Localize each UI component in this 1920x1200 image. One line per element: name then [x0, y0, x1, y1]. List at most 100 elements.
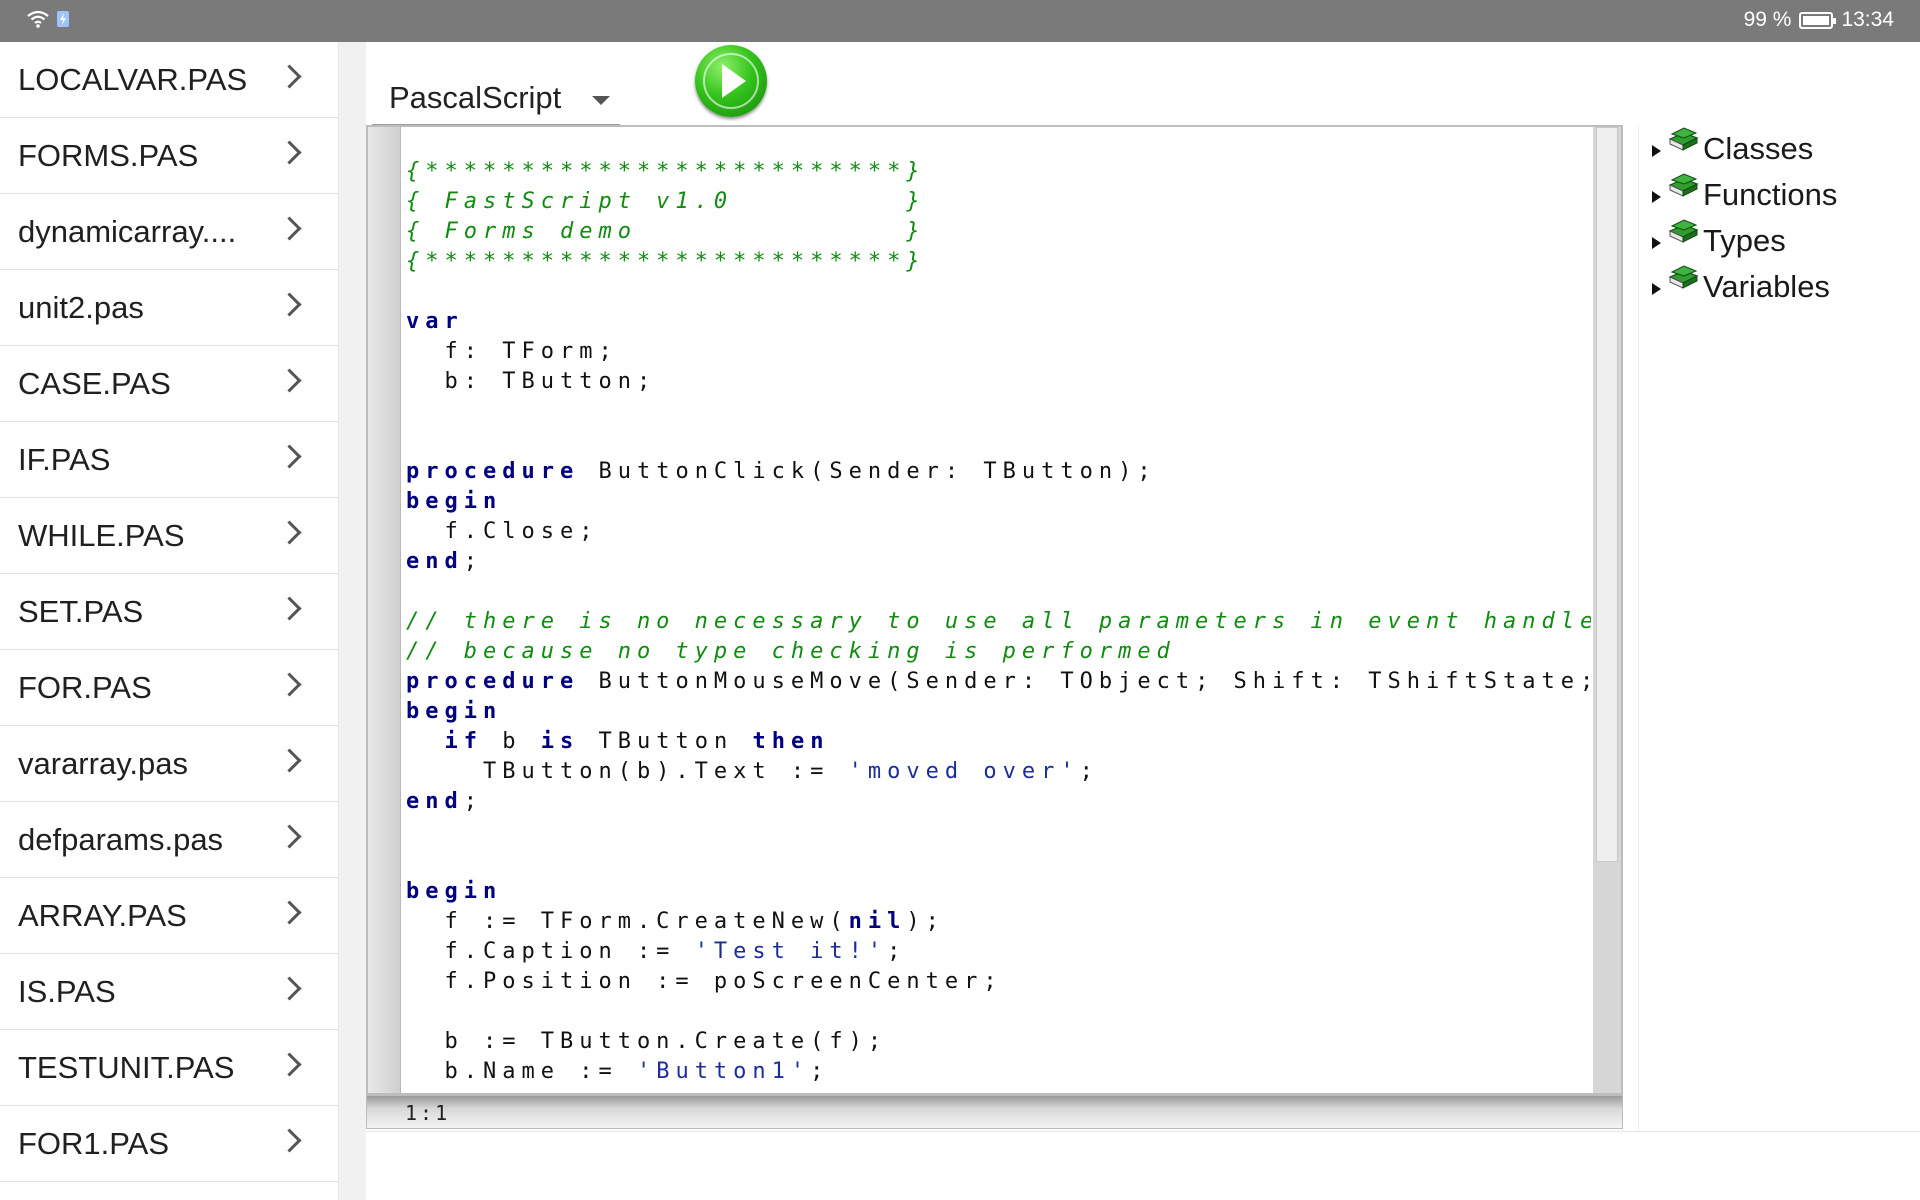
- code-line: f.Close;: [406, 517, 1591, 547]
- code-area[interactable]: {*************************} { FastScript …: [406, 157, 1591, 1093]
- file-item[interactable]: FORMS.PAS: [0, 118, 338, 194]
- code-keyword: end: [406, 789, 464, 814]
- run-button[interactable]: [695, 45, 767, 117]
- file-name: FOR1.PAS: [18, 1125, 170, 1161]
- code-text: f.Position := poScreenCenter;: [406, 969, 1003, 994]
- editor-gutter: [368, 127, 401, 1093]
- code-text: );: [906, 909, 945, 934]
- file-name: WHILE.PAS: [18, 517, 185, 553]
- code-line: begin: [406, 487, 1591, 517]
- tree-item-label: Classes: [1703, 131, 1814, 166]
- battery-percent: 99 %: [1743, 8, 1792, 31]
- code-text: ;: [810, 1059, 830, 1084]
- chevron-right-icon: [277, 900, 302, 925]
- code-text: ;: [1079, 759, 1099, 784]
- code-text: b: TButton;: [406, 369, 657, 394]
- expand-arrow-icon[interactable]: [1652, 191, 1661, 203]
- code-text: b: [483, 729, 541, 754]
- file-item[interactable]: vararray.pas: [0, 726, 338, 802]
- file-name: ARRAY.PAS: [18, 897, 187, 933]
- expand-arrow-icon[interactable]: [1652, 145, 1661, 157]
- file-item[interactable]: defparams.pas: [0, 802, 338, 878]
- file-item[interactable]: unit2.pas: [0, 270, 338, 346]
- editor-status-bar: 1:1: [366, 1095, 1623, 1129]
- file-name: FOR.PAS: [18, 669, 152, 705]
- file-item[interactable]: CASE.PAS: [0, 346, 338, 422]
- tree-item-functions[interactable]: Functions: [1640, 171, 1900, 217]
- code-text: b := TButton.Create(f);: [406, 1029, 888, 1054]
- file-name: FORMS.PAS: [18, 137, 199, 173]
- file-list: LOCALVAR.PAS FORMS.PAS dynamicarray.... uni…: [0, 42, 339, 1200]
- code-line: f: TForm;: [406, 337, 1591, 367]
- book-icon: [1668, 219, 1699, 243]
- file-item[interactable]: SET.PAS: [0, 574, 338, 650]
- battery-fill: [1803, 15, 1830, 25]
- scrollbar-thumb[interactable]: [1596, 127, 1618, 862]
- file-item[interactable]: LOCALVAR.PAS: [0, 42, 338, 118]
- tree-item-variables[interactable]: Variables: [1640, 263, 1900, 309]
- code-text: b.Name :=: [406, 1059, 637, 1084]
- code-keyword: begin: [406, 879, 503, 904]
- file-name: LOCALVAR.PAS: [18, 61, 248, 97]
- code-keyword: is: [540, 729, 580, 754]
- expand-arrow-icon[interactable]: [1652, 237, 1661, 249]
- charging-icon: [57, 11, 69, 27]
- language-dropdown[interactable]: PascalScript: [372, 70, 620, 126]
- chevron-right-icon: [277, 140, 302, 165]
- code-line: f.Caption := 'Test it!';: [406, 937, 1591, 967]
- code-line: {*************************}: [406, 247, 1591, 277]
- tree-item-classes[interactable]: Classes: [1640, 125, 1900, 171]
- tree-item-types[interactable]: Types: [1640, 217, 1900, 263]
- code-text: TButton: [579, 729, 753, 754]
- panel-divider: [339, 42, 366, 1200]
- file-item[interactable]: IF.PAS: [0, 422, 338, 498]
- tree-divider: [1638, 125, 1639, 1131]
- file-item[interactable]: WHILE.PAS: [0, 498, 338, 574]
- chevron-right-icon: [277, 444, 302, 469]
- tree-item-label: Functions: [1703, 177, 1838, 212]
- code-line: { Forms demo }: [406, 217, 1591, 247]
- code-text: ButtonClick(Sender: TButton);: [579, 459, 1157, 484]
- chevron-right-icon: [277, 292, 302, 317]
- chevron-right-icon: [277, 520, 302, 545]
- code-line: f := TForm.CreateNew(nil);: [406, 907, 1591, 937]
- cursor-position: 1:1: [405, 1101, 451, 1125]
- code-keyword: nil: [848, 909, 907, 934]
- status-right: 99 % 13:34: [1744, 8, 1894, 32]
- file-item[interactable]: ARRAY.PAS: [0, 878, 338, 954]
- code-editor[interactable]: {*************************} { FastScript …: [366, 125, 1623, 1095]
- chevron-right-icon: [277, 748, 302, 773]
- code-line: {*************************}: [406, 157, 1591, 187]
- symbol-tree: Classes Functions Types Variables: [1640, 125, 1900, 309]
- code-comment: {*************************}: [406, 159, 926, 184]
- code-line: if b is TButton then: [406, 727, 1591, 757]
- file-item[interactable]: IS.PAS: [0, 954, 338, 1030]
- chevron-right-icon: [277, 596, 302, 621]
- code-keyword: procedure: [406, 459, 580, 484]
- code-text: ;: [463, 549, 483, 574]
- code-keyword: end: [406, 549, 464, 574]
- file-item[interactable]: FOR.PAS: [0, 650, 338, 726]
- book-icon: [1668, 127, 1699, 151]
- code-text: f.Close;: [406, 519, 599, 544]
- clock: 13:34: [1841, 8, 1894, 31]
- code-comment: // because no type checking is performed: [406, 639, 1176, 664]
- code-string: 'Button1': [636, 1059, 811, 1084]
- code-text: ButtonMouseMove(Sender: TObject; Shift: …: [598, 669, 1591, 694]
- code-line: end;: [406, 547, 1591, 577]
- code-keyword: var: [406, 309, 464, 334]
- dropdown-arrow-icon: [592, 96, 610, 105]
- editor-vertical-scrollbar[interactable]: [1593, 127, 1621, 1093]
- code-line: end;: [406, 787, 1591, 817]
- chevron-right-icon: [277, 1052, 302, 1077]
- code-text: f: TForm;: [406, 339, 618, 364]
- file-item[interactable]: dynamicarray....: [0, 194, 338, 270]
- expand-arrow-icon[interactable]: [1652, 283, 1661, 295]
- language-dropdown-value: PascalScript: [389, 80, 562, 115]
- file-item[interactable]: TESTUNIT.PAS: [0, 1030, 338, 1106]
- file-name: IS.PAS: [18, 973, 116, 1009]
- file-item[interactable]: FOR1.PAS: [0, 1106, 338, 1182]
- code-text: f.Caption :=: [406, 939, 695, 964]
